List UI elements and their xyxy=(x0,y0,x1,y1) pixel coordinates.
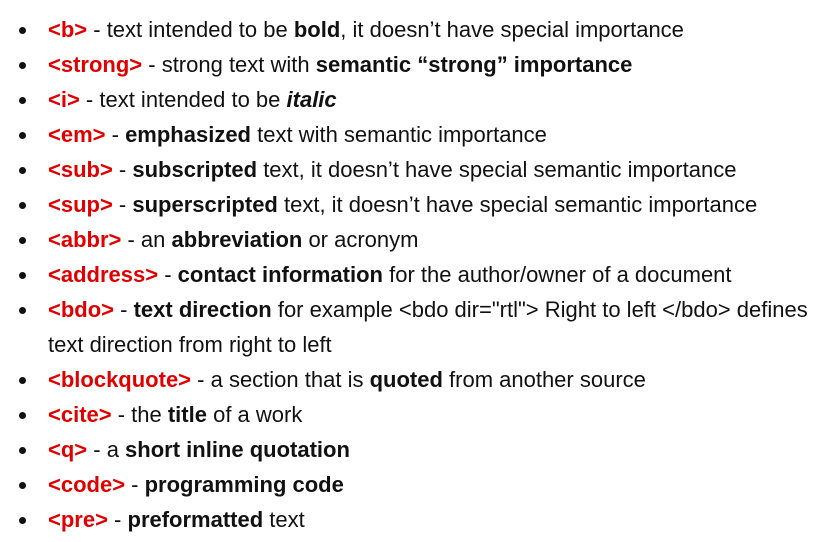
tag-name: <address> xyxy=(48,262,159,287)
description-text: - an xyxy=(121,227,172,252)
description-text: - xyxy=(105,122,126,147)
bullet-icon xyxy=(19,62,26,69)
description-text: - a section that is xyxy=(191,367,370,392)
description-text: - strong text with xyxy=(142,52,316,77)
emphasis-text: contact information xyxy=(177,262,383,287)
list-item-pre: <pre> - preformatted text xyxy=(0,502,826,537)
bullet-icon xyxy=(19,27,26,34)
tag-name: <sub> xyxy=(48,157,113,182)
description-text: text with semantic importance xyxy=(251,122,547,147)
list-item-code: <code> - programming code xyxy=(0,467,826,502)
html-tags-list: <b> - text intended to be bold, it doesn… xyxy=(0,0,826,537)
list-item-bdo: <bdo> - text direction for example <bdo … xyxy=(0,292,808,362)
emphasis-text: bold xyxy=(293,17,341,42)
list-item-abbr: <abbr> - an abbreviation or acronym xyxy=(0,222,826,257)
tag-name: <code> xyxy=(48,472,126,497)
tag-name: <em> xyxy=(48,122,106,147)
emphasis-text: subscripted xyxy=(132,157,258,182)
description-text: - xyxy=(158,262,178,287)
list-item-em: <em> - emphasized text with semantic imp… xyxy=(0,117,826,152)
list-item-strong: <strong> - strong text with semantic “st… xyxy=(0,47,826,82)
description-text: text xyxy=(263,507,305,532)
description-text: - xyxy=(125,472,145,497)
bullet-icon xyxy=(19,517,26,524)
emphasis-text: abbreviation xyxy=(171,227,303,252)
bullet-icon xyxy=(19,167,26,174)
tag-name: <q> xyxy=(48,437,88,462)
emphasis-text: programming code xyxy=(144,472,344,497)
list-item-sup: <sup> - superscripted text, it doesn’t h… xyxy=(0,187,826,222)
list-item-i: <i> - text intended to be italic xyxy=(0,82,826,117)
tag-name: <bdo> xyxy=(48,297,115,322)
description-text: - xyxy=(112,157,133,182)
description-text: - xyxy=(112,192,133,217)
description-text: from another source xyxy=(442,367,646,392)
list-item-address: <address> - contact information for the … xyxy=(0,257,826,292)
bullet-icon xyxy=(19,412,26,419)
description-text: - a xyxy=(87,437,126,462)
description-text: - the xyxy=(111,402,168,427)
bullet-icon xyxy=(19,97,26,104)
emphasis-text: semantic “strong” importance xyxy=(315,52,633,77)
description-text: - text intended to be xyxy=(79,87,287,112)
bullet-icon xyxy=(19,132,26,139)
list-item-b: <b> - text intended to be bold, it doesn… xyxy=(0,12,826,47)
emphasis-text: short inline quotation xyxy=(125,437,350,462)
bullet-icon xyxy=(19,237,26,244)
bullet-icon xyxy=(19,482,26,489)
bullet-icon xyxy=(19,377,26,384)
description-text: - text intended to be xyxy=(87,17,294,42)
list-item-cite: <cite> - the title of a work xyxy=(0,397,826,432)
emphasis-text: quoted xyxy=(369,367,443,392)
description-text: text, it doesn’t have special semantic i… xyxy=(277,192,758,217)
tag-name: <abbr> xyxy=(48,227,122,252)
tag-name: <strong> xyxy=(48,52,143,77)
bullet-icon xyxy=(19,447,26,454)
bullet-icon xyxy=(19,272,26,279)
list-item-q: <q> - a short inline quotation xyxy=(0,432,826,467)
list-item-sub: <sub> - subscripted text, it doesn’t hav… xyxy=(0,152,826,187)
tag-name: <cite> xyxy=(48,402,112,427)
description-text: - xyxy=(107,507,128,532)
description-text: or acronym xyxy=(302,227,419,252)
emphasis-text: text direction xyxy=(133,297,272,322)
tag-name: <pre> xyxy=(48,507,108,532)
tag-name: <blockquote> xyxy=(48,367,192,392)
tag-name: <b> xyxy=(48,17,88,42)
list-item-blockquote: <blockquote> - a section that is quoted … xyxy=(0,362,826,397)
emphasis-text: superscripted xyxy=(132,192,278,217)
tag-name: <sup> xyxy=(48,192,113,217)
description-text: - xyxy=(114,297,134,322)
bullet-icon xyxy=(19,307,26,314)
tag-name: <i> xyxy=(48,87,80,112)
description-text: for the author/owner of a document xyxy=(382,262,732,287)
emphasis-text: emphasized xyxy=(125,122,251,147)
emphasis-text: preformatted xyxy=(127,507,264,532)
emphasis-text: italic xyxy=(286,87,337,112)
bullet-icon xyxy=(19,202,26,209)
description-text: text, it doesn’t have special semantic i… xyxy=(257,157,737,182)
description-text: of a work xyxy=(206,402,303,427)
emphasis-text: title xyxy=(167,402,207,427)
description-text: , it doesn’t have special importance xyxy=(340,17,684,42)
